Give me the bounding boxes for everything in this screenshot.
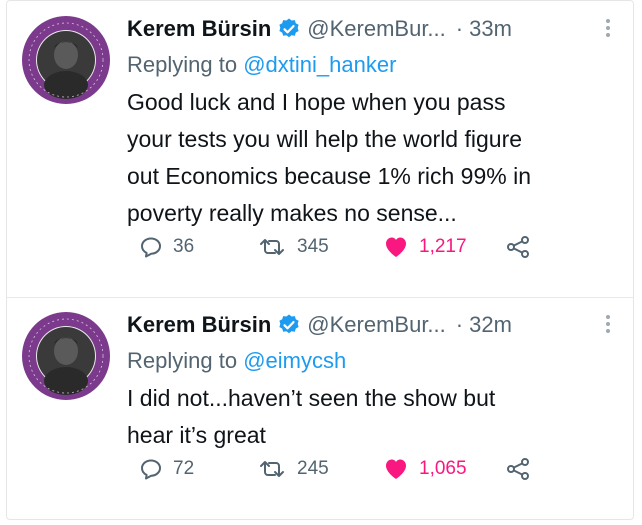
separator: ·: [455, 16, 464, 41]
replying-prefix: Replying to: [127, 52, 238, 77]
timestamp[interactable]: 32m: [469, 312, 512, 338]
avatar[interactable]: [21, 311, 111, 401]
tweet-header: Kerem Bürsin @KeremBur... · 33m: [127, 11, 621, 47]
heart-icon: [386, 459, 406, 479]
tweet-text-line: Good luck and I hope when you pass: [127, 89, 506, 115]
retweet-button[interactable]: 345: [257, 235, 329, 259]
timestamp[interactable]: 33m: [469, 16, 512, 42]
tweet-text: Good luck and I hope when you pass your …: [127, 84, 607, 232]
heart-icon: [386, 237, 406, 257]
reply-button[interactable]: 36: [139, 235, 194, 259]
verified-badge-icon: [277, 313, 301, 337]
author-handle[interactable]: @KeremBur...: [307, 312, 446, 338]
author-handle[interactable]: @KeremBur...: [307, 16, 446, 42]
tweet-thread: Kerem Bürsin @KeremBur... · 33m Replying…: [6, 0, 634, 520]
reply-icon: [141, 237, 161, 258]
share-button[interactable]: [505, 235, 531, 259]
separator: ·: [455, 312, 464, 337]
replying-to: Replying to @eimycsh: [127, 343, 621, 379]
retweet-button[interactable]: 245: [257, 457, 329, 481]
author-name[interactable]: Kerem Bürsin: [127, 312, 271, 338]
like-count: 1,065: [419, 458, 467, 479]
retweet-count: 345: [297, 236, 329, 257]
like-button[interactable]: 1,217: [383, 235, 467, 259]
tweet-header: Kerem Bürsin @KeremBur... · 32m: [127, 307, 621, 343]
tweet-text: I did not...haven’t seen the show but he…: [127, 380, 607, 454]
like-button[interactable]: 1,065: [383, 457, 467, 481]
share-button[interactable]: [505, 457, 531, 481]
tweet-content: Kerem Bürsin @KeremBur... · 32m Replying…: [127, 307, 621, 454]
tweet-text-line: your tests you will help the world figur…: [127, 126, 523, 152]
tweet-text-line: out Economics because 1% rich 99% in: [127, 163, 531, 189]
more-options-icon[interactable]: [605, 19, 611, 39]
replying-prefix: Replying to: [127, 348, 238, 373]
retweet-icon: [260, 461, 284, 477]
tweet-text-line: I did not...haven’t seen the show but: [127, 385, 496, 411]
reply-count: 72: [173, 458, 195, 479]
like-count: 1,217: [419, 236, 467, 257]
mention-link[interactable]: @eimycsh: [243, 348, 346, 373]
reply-icon: [141, 459, 161, 480]
author-name[interactable]: Kerem Bürsin: [127, 16, 271, 42]
share-icon: [507, 236, 529, 258]
mention-link[interactable]: @dxtini_hanker: [243, 52, 396, 77]
tweet[interactable]: Kerem Bürsin @KeremBur... · 32m Replying…: [7, 297, 633, 519]
tweet[interactable]: Kerem Bürsin @KeremBur... · 33m Replying…: [7, 1, 633, 298]
share-icon: [507, 458, 529, 480]
verified-badge-icon: [277, 17, 301, 41]
more-options-icon[interactable]: [605, 315, 611, 335]
replying-to: Replying to @dxtini_hanker: [127, 47, 621, 83]
tweet-content: Kerem Bürsin @KeremBur... · 33m Replying…: [127, 11, 621, 232]
retweet-count: 245: [297, 458, 329, 479]
tweet-text-line: poverty really makes no sense...: [127, 200, 457, 226]
avatar[interactable]: [21, 15, 111, 105]
retweet-icon: [260, 239, 284, 255]
tweet-text-line: hear it’s great: [127, 422, 266, 448]
reply-button[interactable]: 72: [139, 457, 194, 481]
reply-count: 36: [173, 236, 195, 257]
